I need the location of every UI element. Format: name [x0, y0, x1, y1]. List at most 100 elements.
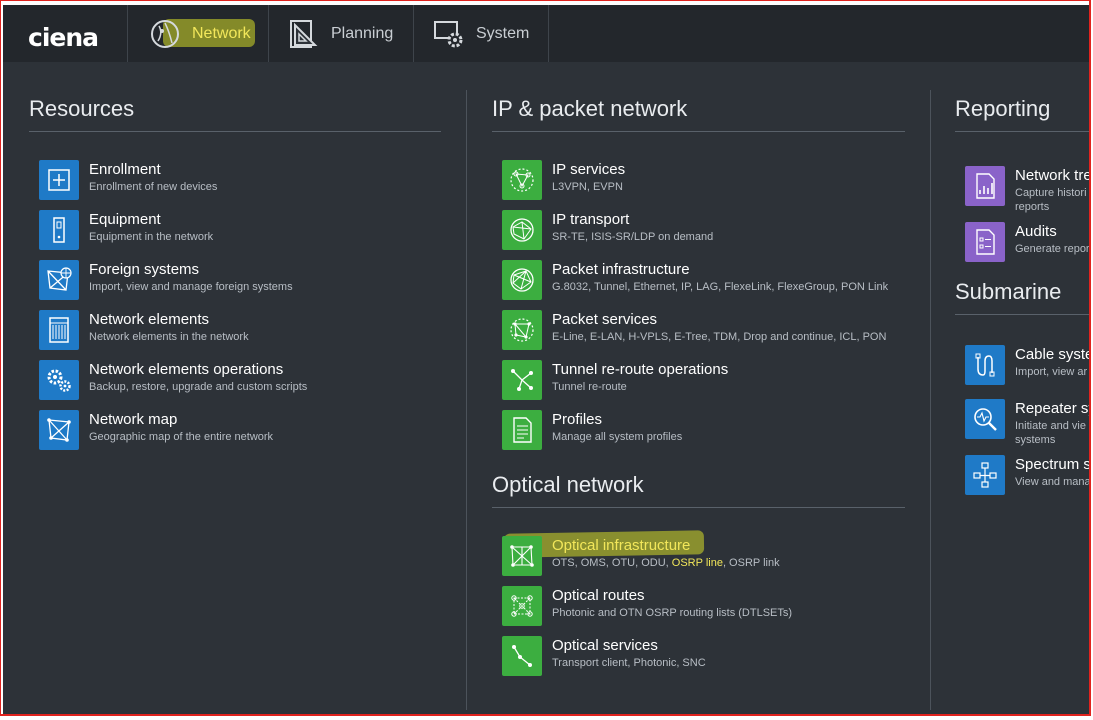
item-title: Profiles [552, 411, 603, 428]
item-title: Optical routes [552, 587, 645, 604]
menu-item-optical-infrastructure[interactable]: Optical infrastructure OTS, OMS, OTU, OD… [502, 534, 922, 578]
ciena-logo: ciena [28, 23, 99, 52]
item-subtitle: Tunnel re-route [552, 381, 627, 393]
top-navigation-bar: ciena Network Planning System [3, 5, 1089, 62]
item-subtitle: E-Line, E-LAN, H-VPLS, E-Tree, TDM, Drop… [552, 331, 887, 343]
item-title: Optical services [552, 637, 658, 654]
item-subtitle: Manage all system profiles [552, 431, 683, 443]
subtitle-highlight: OSRP line [671, 557, 723, 569]
section-rule [955, 131, 1089, 132]
menu-item-repeater-systems[interactable]: Repeater sy Initiate and vie systems [965, 397, 1091, 447]
item-title: Repeater sy [1015, 400, 1091, 417]
section-rule [492, 507, 905, 508]
column-divider [466, 90, 467, 710]
section-title: IP & packet network [492, 96, 688, 121]
item-subtitle: View and mana [1015, 476, 1091, 488]
section-title: Submarine [955, 279, 1062, 304]
item-title: Spectrum s [1015, 456, 1091, 473]
subtitle-part: , OSRP link [722, 557, 780, 569]
globe-icon [148, 17, 182, 51]
screenshot-frame: ciena Network Planning System Resources [0, 0, 1091, 716]
cable-icon [965, 345, 1005, 385]
monitor-gear-icon [432, 17, 466, 51]
item-title: Network elements [89, 311, 210, 328]
item-title: Packet infrastructure [552, 261, 690, 278]
item-subtitle: Enrollment of new devices [89, 181, 218, 193]
item-title: Packet services [552, 311, 658, 328]
reroute-icon [502, 360, 542, 400]
shelf-icon [39, 310, 79, 350]
item-subtitle: Network elements in the network [89, 331, 249, 343]
plus-box-icon [39, 160, 79, 200]
tab-planning-label: Planning [331, 24, 394, 42]
item-title: Audits [1015, 223, 1057, 240]
item-subtitle: Backup, restore, upgrade and custom scri… [89, 381, 308, 393]
menu-item-foreign-systems[interactable]: Foreign systems Import, view and manage … [39, 258, 459, 302]
tab-network[interactable]: Network [127, 5, 268, 62]
menu-item-optical-routes[interactable]: Optical routes Photonic and OTN OSRP rou… [502, 584, 922, 628]
menu-item-packet-infrastructure[interactable]: Packet infrastructure G.8032, Tunnel, Et… [502, 258, 922, 302]
menu-item-network-elements[interactable]: Network elements Network elements in the… [39, 308, 459, 352]
section-title: Resources [29, 96, 135, 121]
menu-item-ip-services[interactable]: IP services L3VPN, EVPN [502, 158, 922, 202]
menu-item-optical-services[interactable]: Optical services Transport client, Photo… [502, 634, 922, 678]
tab-system-label: System [476, 24, 530, 42]
foreign-network-icon [39, 260, 79, 300]
tab-planning[interactable]: Planning [268, 5, 413, 62]
item-subtitle: Import, view ar [1015, 366, 1088, 378]
menu-item-network-elements-operations[interactable]: Network elements operations Backup, rest… [39, 358, 459, 402]
item-title: Optical infrastructure [552, 537, 691, 554]
item-title: Enrollment [89, 161, 161, 178]
menu-item-network-trends[interactable]: Network tre Capture histori reports [965, 164, 1089, 218]
item-title: IP transport [552, 211, 630, 228]
menu-item-profiles[interactable]: Profiles Manage all system profiles [502, 408, 922, 452]
item-subtitle: OTS, OMS, OTU, ODU, OSRP line, OSRP link [552, 556, 780, 570]
tab-network-label: Network [192, 24, 251, 42]
item-title: IP services [552, 161, 626, 178]
item-subtitle: L3VPN, EVPN [552, 181, 623, 193]
spectrum-icon [965, 455, 1005, 495]
card-icon [39, 210, 79, 250]
repeater-search-icon [965, 399, 1005, 439]
menu-item-network-map[interactable]: Network map Geographic map of the entire… [39, 408, 459, 452]
item-title: Foreign systems [89, 261, 200, 278]
drafting-triangle-icon [287, 17, 321, 51]
optical-infrastructure-icon [502, 536, 542, 576]
menu-item-spectrum[interactable]: Spectrum s View and mana [965, 453, 1091, 497]
app-window: ciena Network Planning System Resources [3, 5, 1091, 714]
report-chart-icon [965, 166, 1005, 206]
item-subtitle: Generate repor [1015, 243, 1090, 255]
section-rule [29, 131, 441, 132]
packet-services-icon [502, 310, 542, 350]
ip-transport-icon [502, 210, 542, 250]
optical-routes-icon [502, 586, 542, 626]
item-subtitle: Geographic map of the entire network [89, 431, 274, 443]
item-title: Network map [89, 411, 178, 428]
menu-item-enrollment[interactable]: Enrollment Enrollment of new devices [39, 158, 459, 202]
tab-system[interactable]: System [413, 5, 549, 62]
item-subtitle: Capture histori reports [1015, 187, 1087, 213]
menu-item-cable-systems[interactable]: Cable syste Import, view ar [965, 343, 1091, 387]
section-rule [492, 131, 905, 132]
column-divider [930, 90, 931, 710]
document-icon [502, 410, 542, 450]
item-subtitle: Import, view and manage foreign systems [89, 281, 293, 293]
optical-services-icon [502, 636, 542, 676]
item-title: Cable syste [1015, 346, 1091, 363]
section-title: Reporting [955, 96, 1051, 121]
section-title: Optical network [492, 472, 644, 497]
item-subtitle: SR-TE, ISIS-SR/LDP on demand [552, 231, 714, 243]
menu-item-audits[interactable]: Audits Generate repor [965, 220, 1090, 264]
item-title: Tunnel re-route operations [552, 361, 729, 378]
network-map-icon [39, 410, 79, 450]
item-subtitle: Initiate and vie systems [1015, 420, 1086, 446]
subtitle-part: OTS, OMS, OTU, ODU, [552, 557, 672, 569]
packet-infrastructure-icon [502, 260, 542, 300]
menu-item-tunnel-reroute-operations[interactable]: Tunnel re-route operations Tunnel re-rou… [502, 358, 922, 402]
menu-item-equipment[interactable]: Equipment Equipment in the network [39, 208, 459, 252]
menu-item-packet-services[interactable]: Packet services E-Line, E-LAN, H-VPLS, E… [502, 308, 922, 352]
item-subtitle: G.8032, Tunnel, Ethernet, IP, LAG, Flexe… [552, 281, 889, 293]
audit-list-icon [965, 222, 1005, 262]
section-rule [955, 314, 1089, 315]
menu-item-ip-transport[interactable]: IP transport SR-TE, ISIS-SR/LDP on deman… [502, 208, 922, 252]
